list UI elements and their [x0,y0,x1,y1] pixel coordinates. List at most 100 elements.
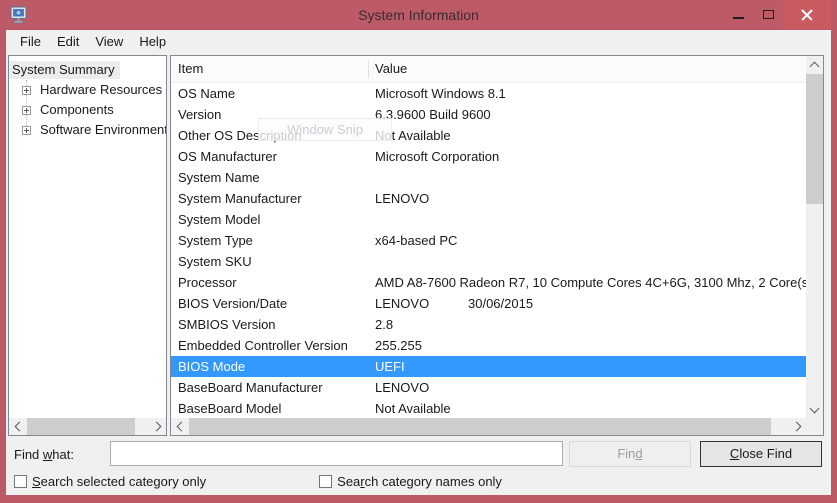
value-cell [368,209,806,230]
table-vscrollbar-thumb[interactable] [806,74,823,204]
table-row-baseboard-manufacturer[interactable]: BaseBoard ManufacturerLENOVO [171,377,806,398]
value-cell: AMD A8-7600 Radeon R7, 10 Compute Cores … [368,272,806,293]
value-cell: UEFI [368,356,806,377]
find-bar: Find what: Find Close Find Search select… [6,436,831,495]
item-cell: System Name [171,167,368,188]
value-cell: LENOVO30/06/2015 [368,293,806,314]
item-cell: Embedded Controller Version [171,335,368,356]
close-icon [801,9,813,21]
table-row-system-name[interactable]: System Name [171,167,806,188]
item-cell: System Model [171,209,368,230]
table-header: Item Value [171,56,806,83]
search-selected-category-option[interactable]: Search selected category only [14,474,206,489]
item-cell: Processor [171,272,368,293]
tree-item-components[interactable]: Components [9,100,166,120]
expand-plus-icon[interactable] [22,86,31,95]
tree-item-system-summary[interactable]: System Summary [9,60,166,80]
item-cell: SMBIOS Version [171,314,368,335]
value-cell [368,251,806,272]
column-separator[interactable] [368,60,369,78]
item-cell: BIOS Version/Date [171,293,368,314]
tree-item-software-environment[interactable]: Software Environment [9,120,166,140]
minimize-icon [733,17,744,19]
value-cell: Not Available [368,398,806,418]
titlebar: System Information [0,0,837,30]
column-header-item[interactable]: Item [178,56,203,82]
menu-item-file[interactable]: File [12,30,49,53]
table-row-os-manufacturer[interactable]: OS ManufacturerMicrosoft Corporation [171,146,806,167]
minimize-button[interactable] [723,0,753,29]
table-vscrollbar-track[interactable] [806,204,823,401]
window-title: System Information [0,0,837,30]
item-cell: BaseBoard Manufacturer [171,377,368,398]
details-table-panel: Item Value OS NameMicrosoft Windows 8.1V… [170,55,824,436]
table-row-bios-version-date[interactable]: BIOS Version/DateLENOVO30/06/2015 [171,293,806,314]
table-row-processor[interactable]: ProcessorAMD A8-7600 Radeon R7, 10 Compu… [171,272,806,293]
scroll-left-icon[interactable] [9,418,26,435]
value-cell: Microsoft Corporation [368,146,806,167]
table-row-bios-mode[interactable]: BIOS ModeUEFI [171,356,806,377]
search-category-names-checkbox[interactable] [319,475,332,488]
find-what-label: Find what: [14,447,74,462]
close-button[interactable] [783,0,831,29]
window-snip-ghost-tooltip: Window Snip [258,118,392,141]
category-tree: System Summary Hardware Resources Componen… [9,56,166,140]
value-cell: x64-based PC [368,230,806,251]
find-options-row: Search selected category only Search cat… [14,474,831,489]
category-tree-panel: System Summary Hardware Resources Componen… [8,55,167,436]
scroll-right-icon[interactable] [149,418,166,435]
search-category-names-option[interactable]: Search category names only [319,474,502,489]
value-cell: 2.8 [368,314,806,335]
table-vertical-scrollbar[interactable] [806,56,823,418]
maximize-button[interactable] [753,0,783,29]
scroll-left-icon[interactable] [171,418,188,435]
find-button[interactable]: Find [569,441,691,467]
tree-item-label: Components [37,101,119,119]
table-horizontal-scrollbar[interactable] [171,418,806,435]
scroll-up-icon[interactable] [806,56,823,73]
item-cell: System Type [171,230,368,251]
value-cell: Not Available [368,125,806,146]
close-find-button[interactable]: Close Find [700,441,822,467]
search-selected-category-checkbox[interactable] [14,475,27,488]
expand-plus-icon[interactable] [22,106,31,115]
tree-item-label: Hardware Resources [37,81,167,99]
system-information-window: System Information FileEditViewHelp Syst… [0,0,837,503]
menu-item-edit[interactable]: Edit [49,30,87,53]
scroll-down-icon[interactable] [806,401,823,418]
table-hscrollbar-thumb[interactable] [189,418,771,435]
value-cell: 6.3.9600 Build 9600 [368,104,806,125]
menu-item-help[interactable]: Help [131,30,174,53]
table-row-smbios-version[interactable]: SMBIOS Version2.8 [171,314,806,335]
tree-item-hardware-resources[interactable]: Hardware Resources [9,80,166,100]
table-row-system-manufacturer[interactable]: System ManufacturerLENOVO [171,188,806,209]
client-area: FileEditViewHelp System Summary Hardware … [6,30,831,495]
column-header-value[interactable]: Value [375,56,407,82]
table-row-system-type[interactable]: System Typex64-based PC [171,230,806,251]
tree-horizontal-scrollbar[interactable] [9,418,166,435]
item-cell: BIOS Mode [171,356,368,377]
scroll-right-icon[interactable] [789,418,806,435]
expand-plus-icon[interactable] [22,126,31,135]
value-cell: Microsoft Windows 8.1 [368,83,806,104]
table-row-embedded-controller-version[interactable]: Embedded Controller Version255.255 [171,335,806,356]
table-row-baseboard-model[interactable]: BaseBoard ModelNot Available [171,398,806,418]
find-input[interactable] [110,441,563,466]
table-row-system-model[interactable]: System Model [171,209,806,230]
scrollbar-corner [806,418,823,435]
search-category-names-label: Search category names only [337,474,502,489]
value-cell: 255.255 [368,335,806,356]
item-cell: System Manufacturer [171,188,368,209]
value-cell: LENOVO [368,377,806,398]
tree-scrollbar-thumb[interactable] [27,418,135,435]
item-cell: BaseBoard Model [171,398,368,418]
item-cell: OS Name [171,83,368,104]
menu-item-view[interactable]: View [87,30,131,53]
value-cell [368,167,806,188]
table-row-os-name[interactable]: OS NameMicrosoft Windows 8.1 [171,83,806,104]
tree-item-label: Software Environment [37,121,167,139]
item-cell: System SKU [171,251,368,272]
search-selected-category-label: Search selected category only [32,474,206,489]
table-row-system-sku[interactable]: System SKU [171,251,806,272]
tree-item-label: System Summary [9,61,120,79]
